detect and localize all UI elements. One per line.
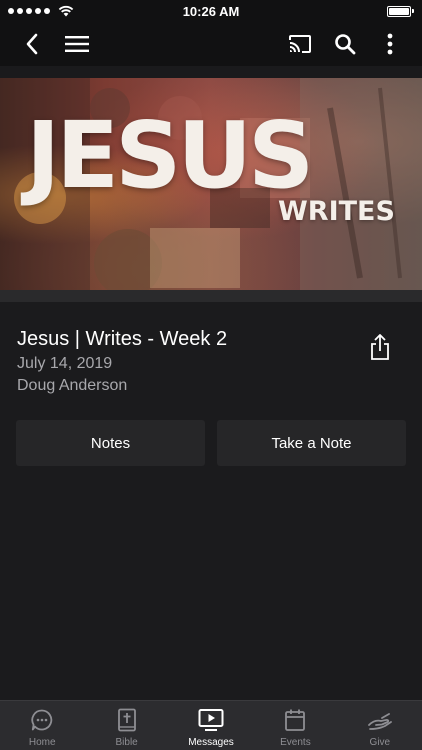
tab-messages[interactable]: Messages xyxy=(169,701,253,750)
cast-icon xyxy=(289,35,311,53)
search-icon xyxy=(335,34,356,55)
tab-events-label: Events xyxy=(280,737,311,748)
tab-give[interactable]: Give xyxy=(338,701,422,750)
tab-give-label: Give xyxy=(369,737,391,748)
search-button[interactable] xyxy=(323,22,367,66)
tab-bible[interactable]: Bible xyxy=(84,701,168,750)
tab-bar: Home Bible Messages Events Give xyxy=(0,700,422,750)
play-screen-icon xyxy=(198,707,224,733)
menu-button[interactable] xyxy=(55,22,99,66)
share-icon xyxy=(371,334,389,360)
banner-divider-band xyxy=(0,290,422,302)
back-button[interactable] xyxy=(10,22,54,66)
tab-home-label: Home xyxy=(28,737,56,748)
message-title: Jesus | Writes - Week 2 xyxy=(17,328,228,350)
bible-icon xyxy=(114,707,140,733)
tab-events[interactable]: Events xyxy=(253,701,337,750)
more-options-button[interactable] xyxy=(368,22,412,66)
hero-title: JESUS xyxy=(26,102,314,209)
cellular-signal-icon xyxy=(8,5,74,17)
nav-bar xyxy=(0,22,422,66)
hamburger-menu-icon xyxy=(65,36,89,52)
wifi-icon xyxy=(58,5,74,17)
notes-button[interactable]: Notes xyxy=(16,420,205,466)
share-button[interactable] xyxy=(364,330,396,364)
take-a-note-button[interactable]: Take a Note xyxy=(217,420,406,466)
chevron-left-icon xyxy=(26,33,38,55)
hero-subtitle: WRITES xyxy=(278,196,395,227)
cast-button[interactable] xyxy=(278,22,322,66)
sermon-series-banner: JESUS WRITES xyxy=(0,78,422,290)
chat-bubble-icon xyxy=(29,707,55,733)
tab-home[interactable]: Home xyxy=(0,701,84,750)
status-bar: 10:26 AM xyxy=(0,0,422,22)
tab-bible-label: Bible xyxy=(115,737,138,748)
calendar-icon xyxy=(282,707,308,733)
message-speaker: Doug Anderson xyxy=(17,377,128,394)
vertical-ellipsis-icon xyxy=(387,33,393,55)
message-date: July 14, 2019 xyxy=(17,355,113,372)
tab-messages-label: Messages xyxy=(188,737,234,748)
give-hand-icon xyxy=(367,707,393,733)
battery-icon xyxy=(387,5,414,17)
nav-divider-band xyxy=(0,66,422,78)
